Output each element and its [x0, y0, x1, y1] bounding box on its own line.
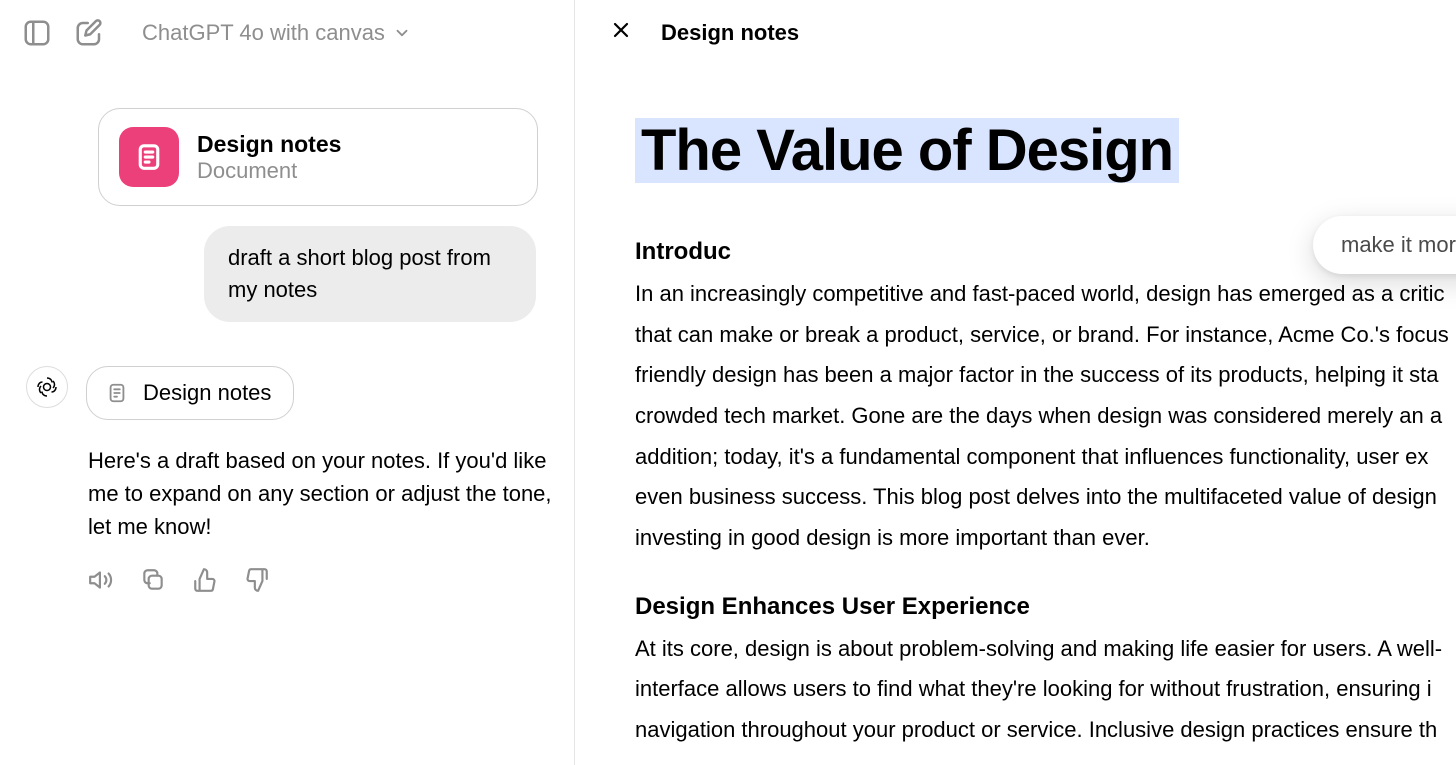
- document-body[interactable]: The Value of Design Introduc In an incre…: [609, 121, 1456, 751]
- user-message: draft a short blog post from my notes: [204, 226, 536, 322]
- chat-header: ChatGPT 4o with canvas: [22, 18, 552, 48]
- model-selector[interactable]: ChatGPT 4o with canvas: [142, 20, 411, 46]
- close-icon[interactable]: [609, 18, 633, 47]
- section2-paragraph: At its core, design is about problem-sol…: [635, 629, 1456, 751]
- canvas-header: Design notes: [609, 18, 1456, 47]
- new-chat-icon[interactable]: [74, 18, 104, 48]
- assistant-chip-label: Design notes: [143, 380, 271, 406]
- sidebar-toggle-icon[interactable]: [22, 18, 52, 48]
- attachment-subtitle: Document: [197, 158, 341, 184]
- model-label: ChatGPT 4o with canvas: [142, 20, 385, 46]
- section2-heading: Design Enhances User Experience: [635, 593, 1456, 621]
- inline-edit-prompt[interactable]: make it more creative: [1313, 216, 1456, 274]
- document-icon: [119, 127, 179, 187]
- assistant-row: Design notes: [22, 366, 552, 420]
- assistant-avatar: [26, 366, 68, 408]
- attachment-title: Design notes: [197, 131, 341, 158]
- thumbs-up-icon[interactable]: [192, 567, 218, 598]
- chat-pane: ChatGPT 4o with canvas Design notes Docu…: [0, 0, 575, 765]
- chevron-down-icon: [393, 24, 411, 42]
- assistant-document-chip[interactable]: Design notes: [86, 366, 294, 420]
- assistant-message: Here's a draft based on your notes. If y…: [88, 444, 552, 543]
- document-small-icon: [103, 379, 131, 407]
- canvas-title: Design notes: [661, 20, 799, 46]
- thumbs-down-icon[interactable]: [244, 567, 270, 598]
- document-heading[interactable]: The Value of Design: [635, 118, 1179, 183]
- canvas-pane: Design notes The Value of Design Introdu…: [575, 0, 1456, 765]
- feedback-bar: [88, 567, 552, 598]
- inline-edit-text[interactable]: make it more creative: [1341, 232, 1456, 258]
- speaker-icon[interactable]: [88, 567, 114, 598]
- copy-icon[interactable]: [140, 567, 166, 598]
- intro-paragraph: In an increasingly competitive and fast-…: [635, 274, 1456, 559]
- attachment-card[interactable]: Design notes Document: [98, 108, 538, 206]
